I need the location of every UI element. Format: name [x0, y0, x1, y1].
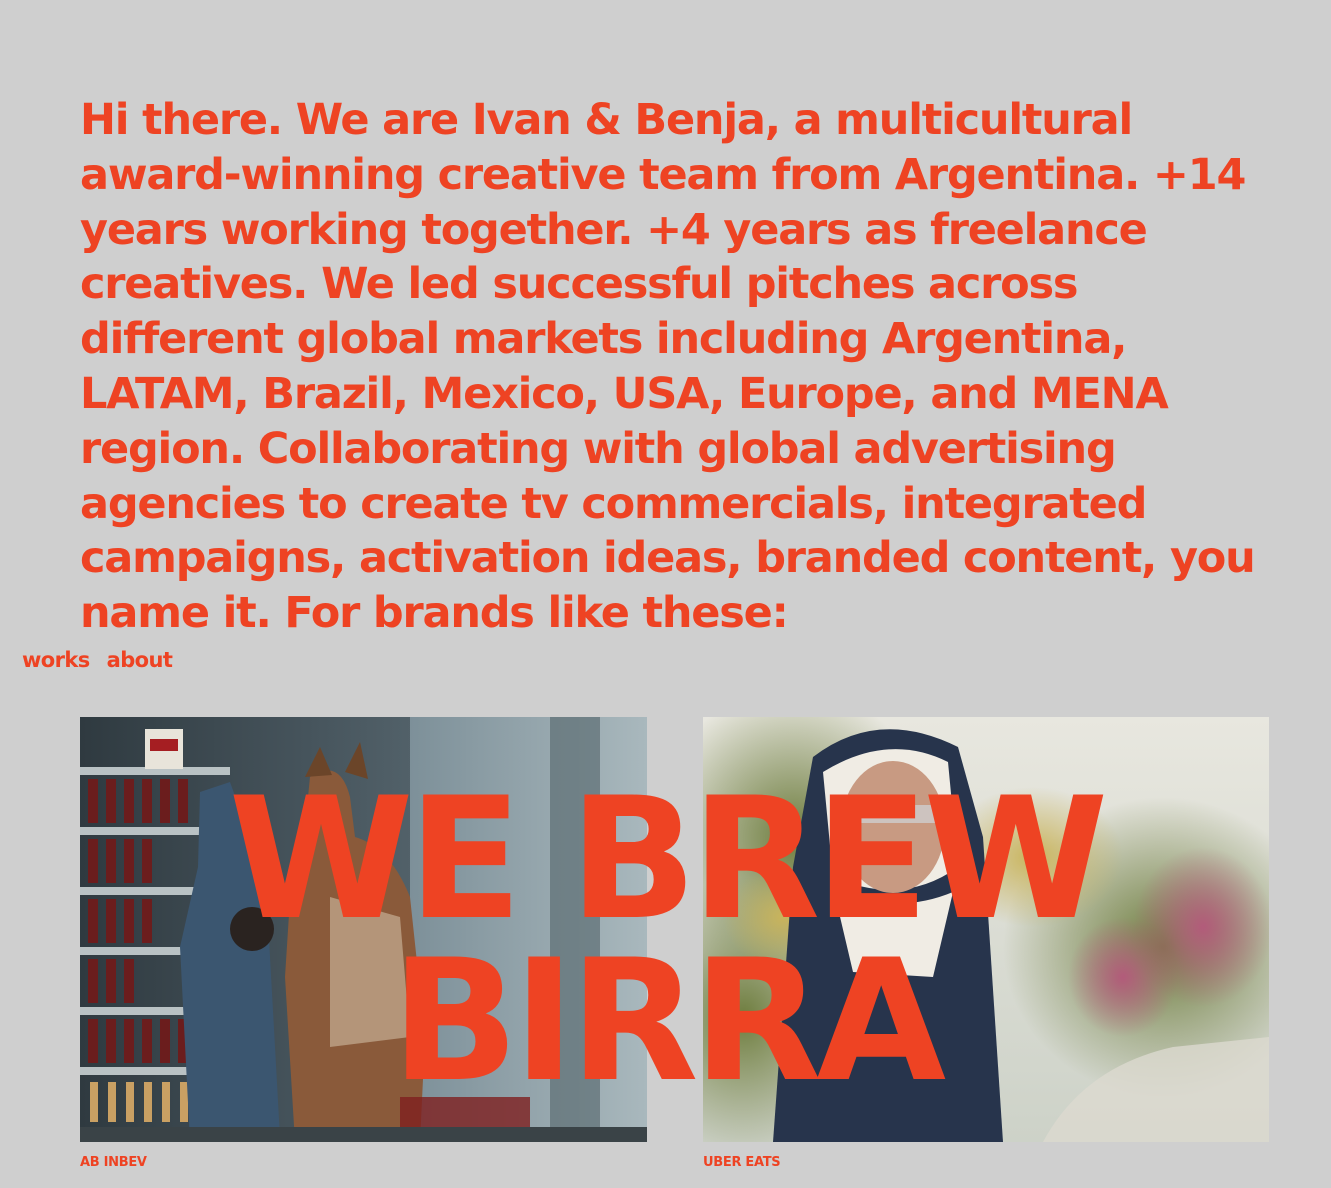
project-client-label: UBER EATS	[703, 1155, 781, 1170]
main-nav: works about	[22, 648, 173, 672]
project-card-ab-inbev: AB INBEV	[80, 717, 647, 1170]
intro-text: Hi there. We are Ivan & Benja, a multicu…	[80, 95, 1256, 639]
nav-about-link[interactable]: about	[107, 648, 173, 672]
project-thumbnail-ab-inbev[interactable]	[80, 717, 647, 1142]
project-thumbnail-uber-eats[interactable]	[703, 717, 1269, 1142]
nav-works-link[interactable]: works	[22, 648, 90, 672]
supermarket-scene-image	[80, 717, 647, 1142]
nun-portrait-image	[703, 717, 1269, 1142]
project-card-uber-eats: UBER EATS	[703, 717, 1269, 1170]
project-client-label: AB INBEV	[80, 1155, 147, 1170]
